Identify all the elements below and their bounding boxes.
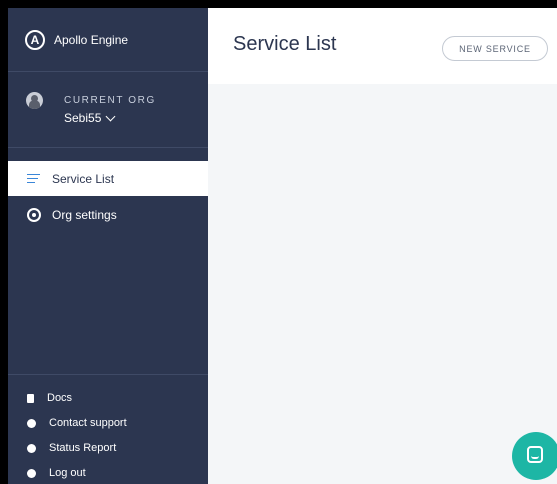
page-title: Service List <box>233 33 337 55</box>
sidebar: A Apollo Engine CURRENT ORG Sebi55 Servi… <box>8 8 208 484</box>
sidebar-footer <box>8 374 208 375</box>
chevron-down-icon <box>105 111 116 121</box>
footer-link-status-report[interactable]: Status Report <box>8 438 208 458</box>
avatar <box>26 92 43 109</box>
footer-link-label: Status Report <box>49 442 117 454</box>
logout-icon <box>27 468 36 478</box>
org-name: Sebi55 <box>64 111 102 125</box>
footer-link-docs[interactable]: Docs <box>8 388 208 408</box>
brand-header[interactable]: A Apollo Engine <box>8 8 208 72</box>
page-header: Service List NEW SERVICE <box>208 8 557 84</box>
footer-link-log-out[interactable]: Log out <box>8 463 208 483</box>
org-label: CURRENT ORG <box>64 95 156 106</box>
document-icon <box>27 393 34 403</box>
smiley-icon <box>27 443 36 453</box>
sidebar-item-service-list[interactable]: Service List <box>8 161 208 196</box>
sidebar-item-org-settings[interactable]: Org settings <box>8 197 208 232</box>
sidebar-item-label: Org settings <box>52 207 117 222</box>
new-service-button[interactable]: NEW SERVICE <box>442 36 548 61</box>
footer-link-contact-support[interactable]: Contact support <box>8 413 208 433</box>
org-switcher[interactable]: CURRENT ORG Sebi55 <box>8 71 208 148</box>
app-window: A Apollo Engine CURRENT ORG Sebi55 Servi… <box>8 8 557 484</box>
org-dropdown[interactable]: Sebi55 <box>64 111 116 125</box>
lifebuoy-icon <box>27 418 36 428</box>
footer-link-label: Log out <box>49 467 86 479</box>
apollo-logo-icon: A <box>25 29 45 50</box>
gear-icon <box>27 207 41 222</box>
brand-name: Apollo Engine <box>54 32 129 47</box>
footer-link-label: Docs <box>47 392 73 404</box>
sidebar-item-label: Service List <box>52 171 115 186</box>
footer-link-label: Contact support <box>49 417 127 429</box>
chat-launcher-icon[interactable] <box>512 432 557 480</box>
list-icon <box>27 172 41 186</box>
